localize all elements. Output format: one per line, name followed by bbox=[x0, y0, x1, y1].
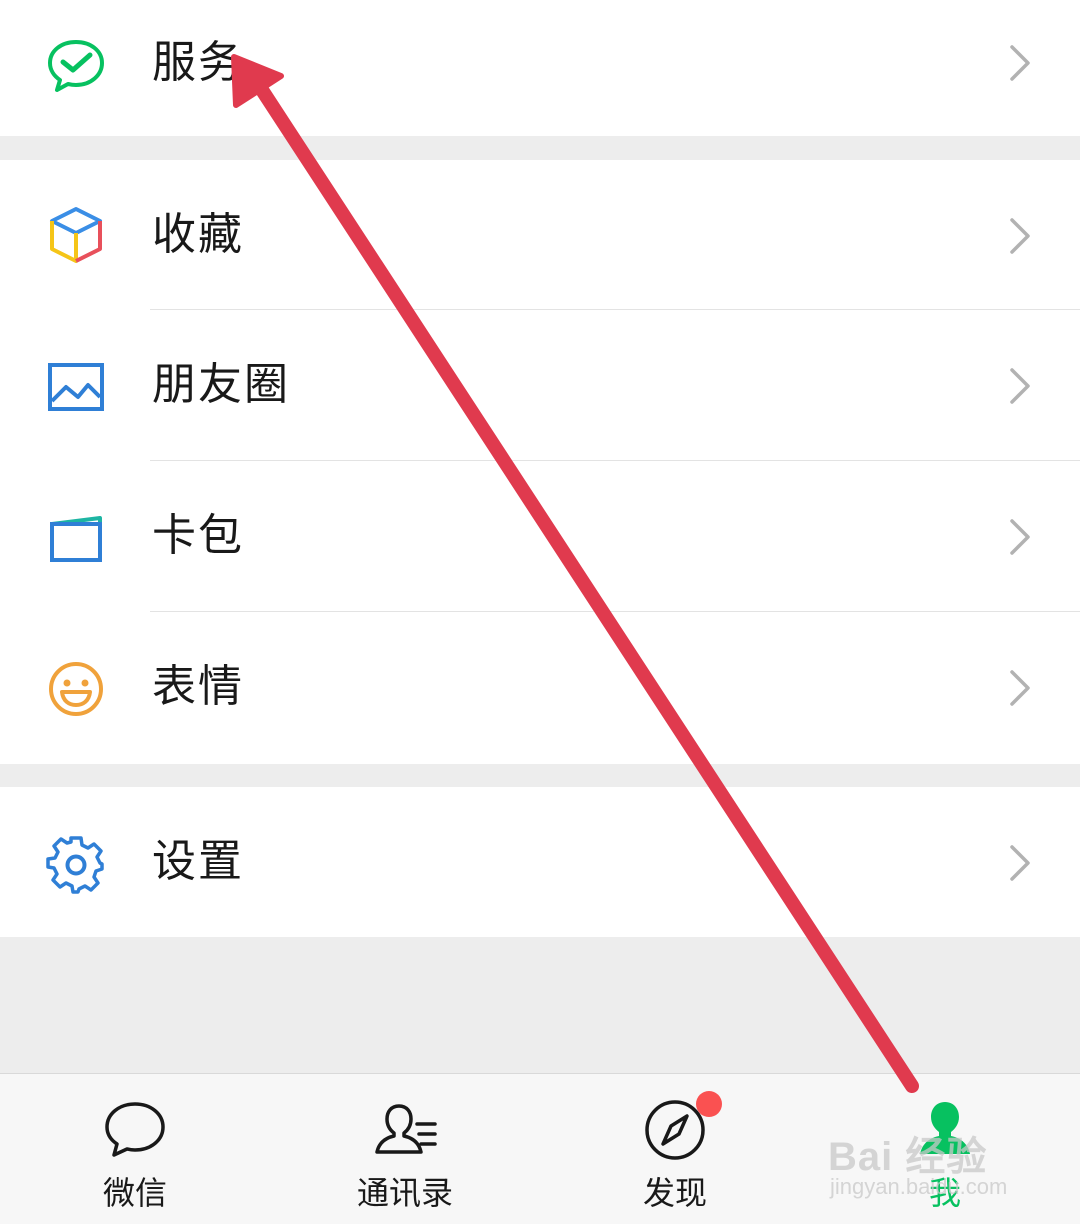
wechat-pay-check-icon bbox=[48, 40, 104, 92]
tab-label: 发现 bbox=[642, 1174, 707, 1212]
settings-group: 设置 bbox=[0, 787, 1080, 937]
main-menu-group: 收藏 朋友圈 卡包 表情 bbox=[0, 160, 1080, 764]
menu-label-favorites: 收藏 bbox=[152, 209, 244, 260]
tab-label: 微信 bbox=[102, 1174, 167, 1212]
menu-item-moments[interactable]: 朋友圈 bbox=[0, 310, 1080, 461]
chevron-right-icon bbox=[1010, 845, 1030, 881]
gear-icon bbox=[46, 836, 104, 894]
contacts-icon bbox=[375, 1104, 437, 1154]
services-group: 服务 bbox=[0, 0, 1080, 136]
chevron-right-icon bbox=[1010, 218, 1030, 254]
chevron-right-icon bbox=[1010, 519, 1030, 555]
cube-icon bbox=[50, 207, 102, 263]
chat-bubble-icon bbox=[105, 1102, 165, 1157]
menu-label-cards: 卡包 bbox=[152, 510, 244, 561]
tab-contacts[interactable]: 通讯录 bbox=[270, 1074, 540, 1224]
chevron-right-icon bbox=[1010, 45, 1030, 81]
menu-label-services: 服务 bbox=[152, 37, 244, 88]
menu-item-services[interactable]: 服务 bbox=[0, 0, 1080, 136]
tab-label: 我 bbox=[928, 1174, 961, 1212]
smiley-icon bbox=[49, 662, 103, 716]
tab-me[interactable]: 我 bbox=[810, 1074, 1080, 1224]
menu-item-settings[interactable]: 设置 bbox=[0, 787, 1080, 937]
tab-discover[interactable]: 发现 bbox=[540, 1074, 810, 1224]
menu-item-favorites[interactable]: 收藏 bbox=[0, 160, 1080, 310]
bottom-tab-bar: 微信 通讯录 发现 我 bbox=[0, 1073, 1080, 1224]
menu-item-cards[interactable]: 卡包 bbox=[0, 461, 1080, 612]
picture-icon bbox=[48, 363, 104, 411]
tab-chats[interactable]: 微信 bbox=[0, 1074, 270, 1224]
menu-label-settings: 设置 bbox=[152, 836, 244, 887]
menu-label-stickers: 表情 bbox=[152, 661, 244, 712]
menu-item-stickers[interactable]: 表情 bbox=[0, 612, 1080, 764]
discover-badge bbox=[696, 1091, 722, 1117]
person-icon bbox=[920, 1102, 970, 1154]
chevron-right-icon bbox=[1010, 670, 1030, 706]
card-wallet-icon bbox=[50, 516, 102, 562]
chevron-right-icon bbox=[1010, 368, 1030, 404]
menu-label-moments: 朋友圈 bbox=[152, 359, 290, 410]
tab-label: 通讯录 bbox=[356, 1174, 453, 1212]
